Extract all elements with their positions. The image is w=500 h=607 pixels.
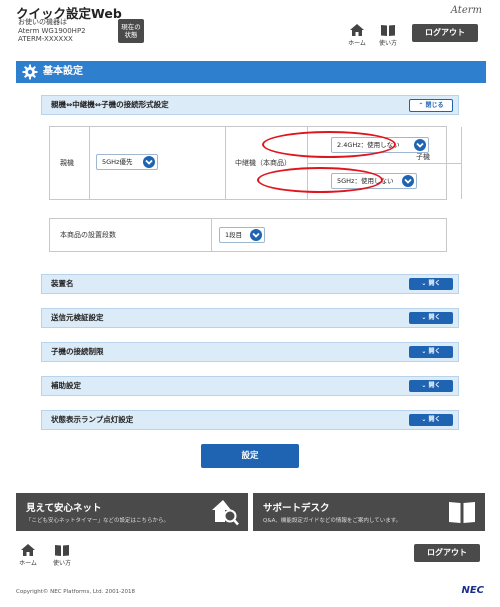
- chevron-down-icon: ⌄: [421, 382, 427, 389]
- device-model: Aterm WG1900HP2: [18, 26, 86, 35]
- open-button[interactable]: ⌄ 開く: [409, 414, 453, 426]
- manual-link[interactable]: 使い方: [377, 23, 399, 47]
- chevron-down-icon: ⌄: [421, 314, 427, 321]
- chevron-down-icon: [414, 139, 426, 151]
- home-icon: [21, 544, 35, 556]
- install-stage-label: 本商品の設置段数: [50, 219, 212, 251]
- chevron-down-icon: ⌄: [421, 280, 427, 287]
- house-magnifier-icon: [212, 500, 239, 526]
- brand-logo: Aterm: [450, 5, 482, 16]
- close-button[interactable]: ⌃ 閉じる: [409, 99, 453, 112]
- open-button[interactable]: ⌄ 開く: [409, 278, 453, 290]
- device-ssid: ATERM-XXXXXX: [18, 35, 73, 43]
- chevron-down-icon: [402, 175, 414, 187]
- accordion-device-name[interactable]: 装置名 ⌄ 開く: [41, 274, 459, 294]
- parent-select-cell: 5GHz優先: [90, 127, 226, 199]
- highlight-ellipse: [262, 131, 396, 158]
- parent-label: 親機: [50, 127, 90, 199]
- chevron-down-icon: [143, 156, 155, 168]
- home-link[interactable]: ホーム: [346, 23, 368, 47]
- parent-band-select[interactable]: 5GHz優先: [96, 154, 158, 170]
- chevron-down-icon: ⌄: [421, 348, 427, 355]
- logout-button[interactable]: ログアウト: [412, 24, 478, 42]
- book-icon: [381, 25, 395, 36]
- promo-support-desk[interactable]: サポートデスク Q&A、機能設定ガイドなどの情報をご案内しています。: [253, 493, 485, 531]
- chevron-down-icon: [250, 229, 262, 241]
- section-title: 基本設定: [43, 66, 83, 77]
- highlight-ellipse: [257, 167, 383, 193]
- install-stage-table: 本商品の設置段数 1段目: [49, 218, 447, 252]
- nec-logo: NEC: [461, 585, 484, 596]
- accordion-status-lamp[interactable]: 状態表示ランプ点灯設定 ⌄ 開く: [41, 410, 459, 430]
- open-button[interactable]: ⌄ 開く: [409, 312, 453, 324]
- current-status-button[interactable]: 現在の 状態: [118, 19, 144, 43]
- chevron-down-icon: ⌄: [421, 416, 427, 423]
- promo-mieru-anshin[interactable]: 見えて安心ネット 「こども安心ネットタイマー」などの設定はこちらから。: [16, 493, 248, 531]
- device-info: お使いの機器は Aterm WG1900HP2 ATERM-XXXXXX: [18, 18, 86, 44]
- open-button[interactable]: ⌄ 開く: [409, 380, 453, 392]
- copyright: Copyright© NEC Platforms, Ltd. 2001-2018: [16, 589, 136, 595]
- accordion-client-restriction[interactable]: 子機の接続制限 ⌄ 開く: [41, 342, 459, 362]
- home-icon: [350, 24, 364, 36]
- child-label: 子機: [416, 153, 430, 161]
- device-line-1: お使いの機器は: [18, 18, 67, 26]
- chevron-up-icon: ⌃: [418, 102, 424, 109]
- header: クイック設定Web お使いの機器は Aterm WG1900HP2 ATERM-…: [0, 0, 500, 48]
- apply-settings-button[interactable]: 設定: [201, 444, 299, 468]
- accordion-source-verification[interactable]: 送信元検証設定 ⌄ 開く: [41, 308, 459, 328]
- section-title-bar: 基本設定: [16, 61, 486, 83]
- book-icon: [449, 502, 475, 523]
- accordion-auxiliary-settings[interactable]: 補助設定 ⌄ 開く: [41, 376, 459, 396]
- gear-icon: [22, 64, 38, 80]
- manual-link-bottom[interactable]: 使い方: [51, 543, 73, 567]
- book-icon: [55, 545, 69, 556]
- accordion-connection-type[interactable]: 親機⇔中継機⇔子機の接続形式設定 ⌃ 閉じる: [41, 95, 459, 115]
- install-stage-select[interactable]: 1段目: [219, 227, 265, 243]
- home-link-bottom[interactable]: ホーム: [17, 543, 39, 567]
- divider: [308, 163, 462, 164]
- open-button[interactable]: ⌄ 開く: [409, 346, 453, 358]
- logout-button-bottom[interactable]: ログアウト: [414, 544, 480, 562]
